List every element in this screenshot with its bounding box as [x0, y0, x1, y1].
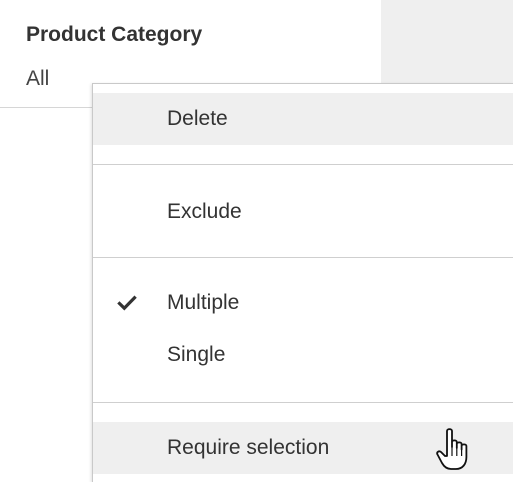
exclude-label: Exclude: [167, 200, 242, 223]
workspace: Product Category All Delete Exclude Mult…: [0, 0, 513, 482]
menu-divider-3: [93, 402, 513, 403]
menu-divider-2: [93, 257, 513, 258]
check-icon: [117, 295, 137, 311]
filter-value[interactable]: All: [26, 65, 49, 93]
menu-item-multiple[interactable]: Multiple: [93, 277, 513, 329]
menu-item-exclude[interactable]: Exclude: [93, 186, 513, 238]
delete-label: Delete: [167, 107, 228, 130]
menu-divider-1: [93, 164, 513, 165]
filter-context-menu: Delete Exclude Multiple Single Require s…: [92, 83, 513, 482]
side-panel: [381, 0, 513, 95]
hand-pointer-icon: [436, 428, 468, 470]
multiple-label: Multiple: [167, 291, 240, 314]
menu-item-delete[interactable]: Delete: [93, 93, 513, 145]
menu-item-single[interactable]: Single: [93, 329, 513, 381]
filter-title: Product Category: [26, 23, 203, 46]
filter-underline: [0, 107, 92, 108]
require-selection-label: Require selection: [167, 436, 330, 459]
single-label: Single: [167, 343, 226, 366]
